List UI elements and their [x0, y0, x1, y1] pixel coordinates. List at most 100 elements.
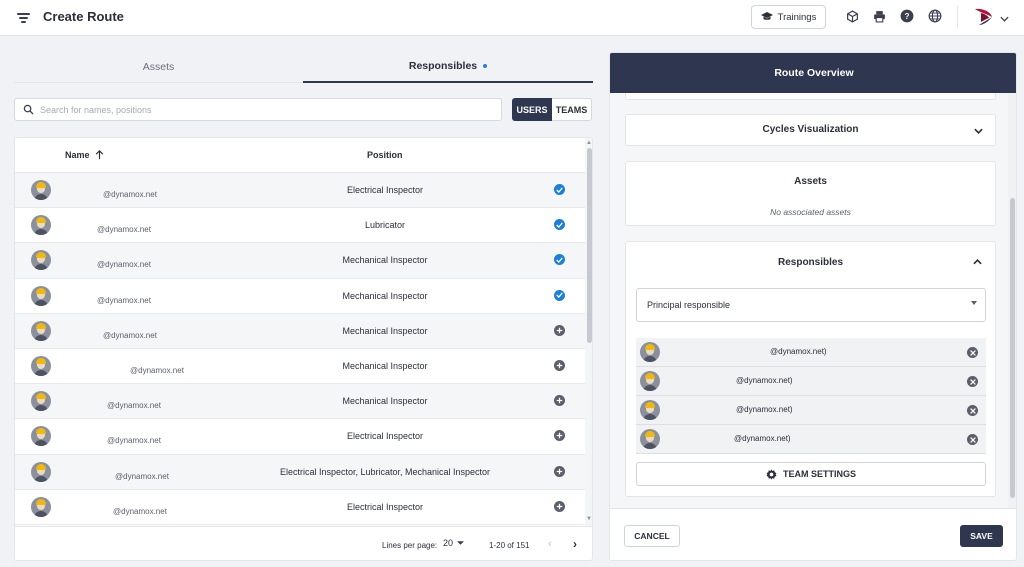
table-row[interactable]: @dynamox.net Electrical Inspector	[15, 419, 585, 455]
search-icon	[23, 104, 34, 115]
user-email: @dynamox.net	[130, 365, 184, 375]
no-assets-text: No associated assets	[770, 207, 851, 217]
trainings-button[interactable]: Trainings	[751, 5, 826, 29]
responsible-email: @dynamox.net)	[736, 376, 793, 385]
remove-icon[interactable]	[967, 347, 978, 358]
table-scrollbar-thumb[interactable]	[587, 148, 592, 343]
save-button[interactable]: SAVE	[960, 525, 1003, 547]
teams-toggle-button[interactable]: TEAMS	[552, 98, 592, 121]
avatar	[31, 250, 51, 271]
table-row[interactable]: @dynamox.net Electrical Inspector	[15, 173, 585, 209]
table-header: Name Position	[15, 138, 585, 173]
assets-card-title: Assets	[794, 176, 827, 187]
avatar	[31, 320, 51, 341]
remove-icon[interactable]	[967, 376, 978, 387]
help-icon[interactable]: ?	[900, 9, 914, 23]
add-icon[interactable]	[554, 359, 565, 371]
table-row[interactable]: @dynamox.net Lubricator	[15, 208, 585, 244]
tab-assets-label: Assets	[142, 60, 175, 73]
svg-text:?: ?	[905, 12, 910, 21]
next-page-icon[interactable]: ›	[573, 537, 577, 551]
status-dot	[483, 63, 488, 68]
table-row[interactable]: @dynamox.net Mechanical Inspector	[15, 349, 585, 385]
table-row[interactable]: @dynamox.net Mechanical Inspector	[15, 243, 585, 279]
overview-scrollbar-thumb[interactable]	[1010, 198, 1015, 498]
remove-icon[interactable]	[967, 434, 978, 445]
user-email: @dynamox.net	[97, 225, 151, 235]
add-icon[interactable]	[554, 500, 565, 512]
table-row[interactable]: @dynamox.net Mechanical Inspector	[15, 384, 585, 420]
responsible-item: @dynamox.net)	[636, 396, 986, 425]
user-email: @dynamox.net	[103, 330, 157, 340]
user-position: Mechanical Inspector	[342, 396, 428, 407]
chevron-up-icon[interactable]	[973, 259, 982, 265]
responsible-email: @dynamox.net)	[734, 434, 791, 443]
search-input[interactable]	[40, 104, 480, 115]
responsible-item: @dynamox.net)	[636, 338, 986, 367]
table-row[interactable]: @dynamox.net Electrical Inspector	[15, 490, 585, 525]
remove-icon[interactable]	[967, 405, 978, 416]
user-position: Mechanical Inspector	[342, 325, 428, 336]
cycles-visualization-card[interactable]: Cycles Visualization	[625, 114, 996, 146]
sort-arrow-up-icon[interactable]	[95, 150, 104, 160]
user-email: @dynamox.net	[113, 506, 167, 516]
responsibles-list: @dynamox.net) @dynamox.net) @dynamox.net) @…	[636, 338, 986, 454]
chevron-down-icon[interactable]	[1000, 11, 1009, 25]
header-divider	[957, 6, 958, 28]
add-icon[interactable]	[554, 465, 565, 477]
team-settings-button[interactable]: TEAM SETTINGS	[636, 462, 986, 486]
route-overview-title: Route Overview	[610, 53, 1016, 93]
user-email: @dynamox.net	[107, 436, 161, 446]
globe-icon[interactable]	[928, 9, 942, 23]
cube-icon[interactable]	[845, 9, 859, 23]
principal-responsible-placeholder: Principal responsible	[647, 300, 731, 310]
avatar	[31, 496, 51, 517]
search-box	[14, 98, 502, 121]
avatar	[640, 371, 660, 391]
cancel-button[interactable]: CANCEL	[624, 525, 680, 547]
chevron-down-icon[interactable]	[974, 128, 983, 134]
responsibles-card-title: Responsibles	[777, 257, 844, 268]
avatar	[31, 461, 51, 482]
table-row[interactable]: @dynamox.net Electrical Inspector, Lubric…	[15, 454, 585, 490]
top-bar: Create Route Trainings ?	[0, 0, 1024, 36]
avatar	[31, 355, 51, 376]
principal-responsible-select[interactable]: Principal responsible	[636, 288, 986, 322]
dynamox-logo[interactable]	[973, 7, 995, 27]
scroll-up-icon[interactable]: ▲	[586, 140, 592, 146]
scroll-down-icon[interactable]: ▼	[586, 516, 592, 522]
user-email: @dynamox.net	[107, 401, 161, 411]
user-position: Mechanical Inspector	[342, 290, 428, 301]
avatar	[31, 391, 51, 412]
table-row[interactable]: @dynamox.net Mechanical Inspector	[15, 313, 585, 349]
responsible-email: @dynamox.net)	[770, 347, 827, 356]
cycles-visualization-title: Cycles Visualization	[762, 124, 859, 135]
check-icon[interactable]	[554, 184, 565, 195]
previous-page-icon[interactable]: ‹	[548, 538, 552, 550]
gear-icon	[766, 468, 777, 480]
avatar	[31, 215, 51, 236]
user-position: Electrical Inspector, Lubricator, Mechan…	[279, 466, 491, 477]
column-name-header[interactable]: Name	[65, 150, 104, 160]
table-row[interactable]: @dynamox.net Mechanical Inspector	[15, 279, 585, 314]
column-name-label: Name	[65, 150, 90, 160]
tab-responsibles[interactable]: Responsibles	[303, 50, 593, 83]
responsible-email: @dynamox.net)	[736, 405, 793, 414]
collapsed-card	[625, 93, 996, 100]
avatar	[31, 426, 51, 447]
dropdown-arrow-icon	[457, 541, 465, 545]
print-icon[interactable]	[872, 9, 886, 23]
check-icon[interactable]	[554, 289, 565, 301]
add-icon[interactable]	[554, 324, 565, 336]
user-position: Electrical Inspector	[346, 185, 424, 195]
users-toggle-button[interactable]: USERS	[512, 98, 552, 121]
avatar	[640, 400, 660, 420]
user-email: @dynamox.net	[103, 190, 157, 199]
menu-icon[interactable]	[16, 10, 32, 26]
tabs: Assets Responsibles	[14, 50, 593, 83]
lines-per-page-select[interactable]: 20	[443, 538, 465, 548]
tab-assets[interactable]: Assets	[14, 50, 303, 83]
avatar	[640, 429, 660, 449]
team-settings-label: TEAM SETTINGS	[782, 469, 856, 479]
user-email: @dynamox.net	[97, 260, 151, 270]
